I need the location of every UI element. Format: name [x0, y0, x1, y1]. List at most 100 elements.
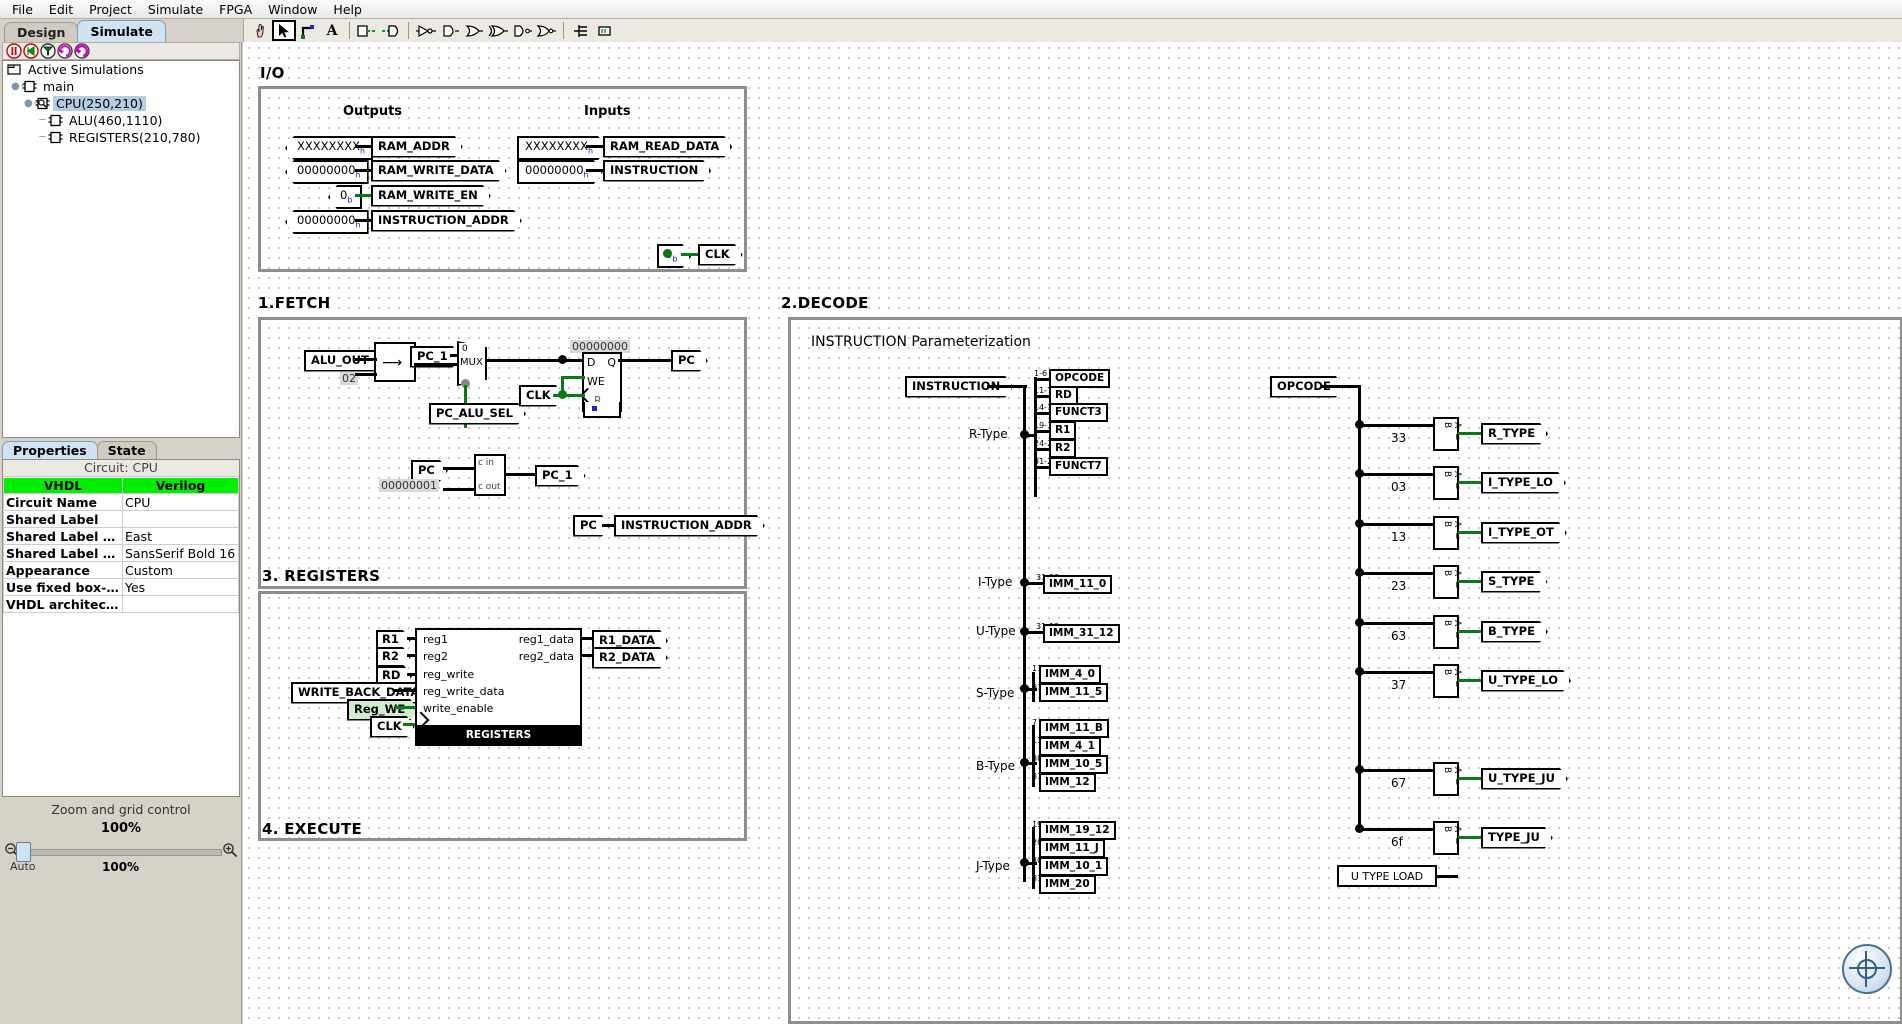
nand-gate-tool-icon[interactable]: [510, 20, 534, 41]
pin-u-type-lo[interactable]: U_TYPE_LO: [1481, 670, 1571, 692]
not-gate-tool-icon[interactable]: [414, 20, 438, 41]
pin-s-type[interactable]: S_TYPE: [1481, 571, 1548, 593]
field-imm-11-b[interactable]: IMM_11_B: [1039, 719, 1109, 738]
registers-block[interactable]: reg1 reg2 reg_write reg_write_data write…: [415, 628, 582, 746]
tab-state[interactable]: State: [96, 441, 157, 459]
field-imm-20[interactable]: IMM_20: [1039, 875, 1096, 894]
attr-value[interactable]: Yes: [122, 578, 239, 596]
vhdl-header-button[interactable]: VHDL: [4, 477, 122, 493]
simulation-tree[interactable]: Active Simulations ●− main ●− CPU(250,21…: [2, 60, 240, 438]
tree-item-alu[interactable]: ─ ALU(460,1110): [3, 112, 239, 129]
field-rd[interactable]: RD: [1049, 386, 1078, 405]
menu-simulate[interactable]: Simulate: [140, 1, 211, 18]
table-row[interactable]: Shared Label Fa... East: [3, 527, 239, 545]
table-row[interactable]: Circuit Name CPU: [3, 493, 239, 511]
field-imm-19-12[interactable]: IMM_19_12: [1039, 821, 1116, 840]
table-row[interactable]: Shared Label Fo... SansSerif Bold 16: [3, 544, 239, 562]
pin-u-type-ju[interactable]: U_TYPE_JU: [1481, 768, 1568, 790]
menu-window[interactable]: Window: [260, 1, 325, 18]
tree-item-active-simulations[interactable]: Active Simulations: [3, 61, 239, 78]
output-value-ram-addr[interactable]: XXXXXXXXh: [285, 136, 374, 161]
splitter-tool-icon[interactable]: [569, 20, 593, 41]
pin-r2-data[interactable]: R2_DATA: [592, 647, 668, 669]
comparator[interactable]: A = B: [1433, 565, 1462, 599]
circuit-canvas[interactable]: I/O Outputs Inputs XXXXXXXXh RAM_ADDR 00…: [243, 42, 1902, 1024]
pin-b-type[interactable]: B_TYPE: [1481, 621, 1548, 643]
menu-edit[interactable]: Edit: [41, 1, 81, 18]
field-imm-12[interactable]: IMM_12: [1039, 773, 1096, 792]
tick-half-icon[interactable]: [57, 43, 73, 59]
pin-i-type-ot[interactable]: I_TYPE_OT: [1481, 522, 1567, 544]
input-value-ram-read-data[interactable]: XXXXXXXXh: [517, 136, 607, 160]
xor-gate-tool-icon[interactable]: [486, 20, 510, 41]
canvas-compass-icon[interactable]: [1842, 944, 1892, 994]
pc-adder[interactable]: c in c out: [474, 454, 506, 496]
table-row[interactable]: Appearance Custom: [3, 561, 239, 579]
pin-clk-registers[interactable]: CLK: [370, 716, 415, 738]
menu-fpga[interactable]: FPGA: [211, 1, 260, 18]
field-imm-4-0[interactable]: IMM_4_0: [1039, 665, 1101, 684]
attr-value[interactable]: SansSerif Bold 16: [122, 544, 239, 562]
comparator[interactable]: A = B: [1433, 516, 1462, 550]
pin-r-type[interactable]: R_TYPE: [1481, 423, 1548, 445]
tick-full-icon[interactable]: [74, 43, 90, 59]
poke-tool-icon[interactable]: [248, 20, 272, 41]
field-r2[interactable]: R2: [1049, 439, 1077, 458]
attr-value[interactable]: East: [122, 527, 239, 545]
simulation-step-icon[interactable]: [23, 43, 39, 59]
tab-properties[interactable]: Properties: [2, 441, 98, 459]
tree-item-cpu[interactable]: ●− CPU(250,210): [3, 95, 239, 112]
output-pin-tool-icon[interactable]: [379, 20, 403, 41]
tag-pc-1-adder-out[interactable]: PC_1: [535, 465, 586, 487]
table-row[interactable]: VHDL architectu...: [3, 595, 239, 613]
pin-ram-write-data[interactable]: RAM_WRITE_DATA: [371, 160, 507, 182]
zoom-slider-knob[interactable]: [16, 842, 31, 862]
field-r1[interactable]: R1: [1049, 421, 1077, 440]
tick-enable-icon[interactable]: [40, 43, 56, 59]
zoom-in-icon[interactable]: [222, 842, 238, 858]
input-pin-tool-icon[interactable]: [355, 20, 379, 41]
tree-item-main[interactable]: ●− main: [3, 78, 239, 95]
verilog-header-button[interactable]: Verilog: [123, 477, 238, 493]
tab-simulate[interactable]: Simulate: [77, 20, 166, 42]
pin-pc-alu-sel[interactable]: PC_ALU_SEL: [429, 403, 526, 425]
wiring-tool-icon[interactable]: [296, 20, 320, 41]
comparator[interactable]: A = B: [1433, 615, 1462, 649]
zoom-slider-track[interactable]: [20, 849, 222, 856]
probe-tool-icon[interactable]: [593, 20, 617, 41]
and-gate-tool-icon[interactable]: [438, 20, 462, 41]
attr-value[interactable]: Custom: [122, 561, 239, 579]
or-gate-tool-icon[interactable]: [462, 20, 486, 41]
comparator[interactable]: A = B: [1433, 466, 1462, 500]
nor-gate-tool-icon[interactable]: [534, 20, 558, 41]
pin-instruction-addr[interactable]: INSTRUCTION_ADDR: [371, 210, 522, 232]
u-type-load-box[interactable]: U TYPE LOAD: [1337, 865, 1437, 887]
tab-design[interactable]: Design: [4, 22, 79, 42]
select-tool-icon[interactable]: [272, 20, 296, 41]
field-funct3[interactable]: FUNCT3: [1049, 403, 1108, 422]
field-imm-31-12[interactable]: IMM_31_12: [1043, 624, 1120, 643]
table-row[interactable]: Shared Label: [3, 510, 239, 528]
menu-help[interactable]: Help: [325, 1, 370, 18]
expander-icon[interactable]: ●−: [11, 81, 28, 92]
tag-instruction-addr-dest[interactable]: INSTRUCTION_ADDR: [614, 515, 765, 537]
attr-value[interactable]: CPU: [122, 493, 239, 511]
expander-icon[interactable]: ●−: [24, 98, 41, 109]
comparator[interactable]: A = B: [1433, 664, 1462, 698]
comparator[interactable]: A = B: [1433, 762, 1462, 796]
tree-item-registers[interactable]: ─ REGISTERS(210,780): [3, 129, 239, 146]
output-value-ram-write-data[interactable]: 00000000h: [285, 160, 369, 185]
input-value-instruction[interactable]: 00000000h: [517, 160, 603, 184]
pin-clk[interactable]: CLK: [698, 244, 743, 266]
field-imm-11-j[interactable]: IMM_11_J: [1039, 839, 1105, 858]
field-imm-10-5[interactable]: IMM_10_5: [1039, 755, 1109, 774]
pin-type-ju[interactable]: TYPE_JU: [1481, 827, 1553, 849]
field-imm-10-1[interactable]: IMM_10_1: [1039, 857, 1109, 876]
menu-project[interactable]: Project: [81, 1, 140, 18]
pin-ram-write-en[interactable]: RAM_WRITE_EN: [371, 185, 491, 207]
pin-i-type-lo[interactable]: I_TYPE_LO: [1481, 472, 1566, 494]
field-imm-11-0[interactable]: IMM_11_0: [1043, 575, 1113, 594]
field-funct7[interactable]: FUNCT7: [1049, 457, 1108, 476]
pin-ram-addr[interactable]: RAM_ADDR: [371, 136, 463, 158]
comparator[interactable]: A = B: [1433, 417, 1462, 451]
